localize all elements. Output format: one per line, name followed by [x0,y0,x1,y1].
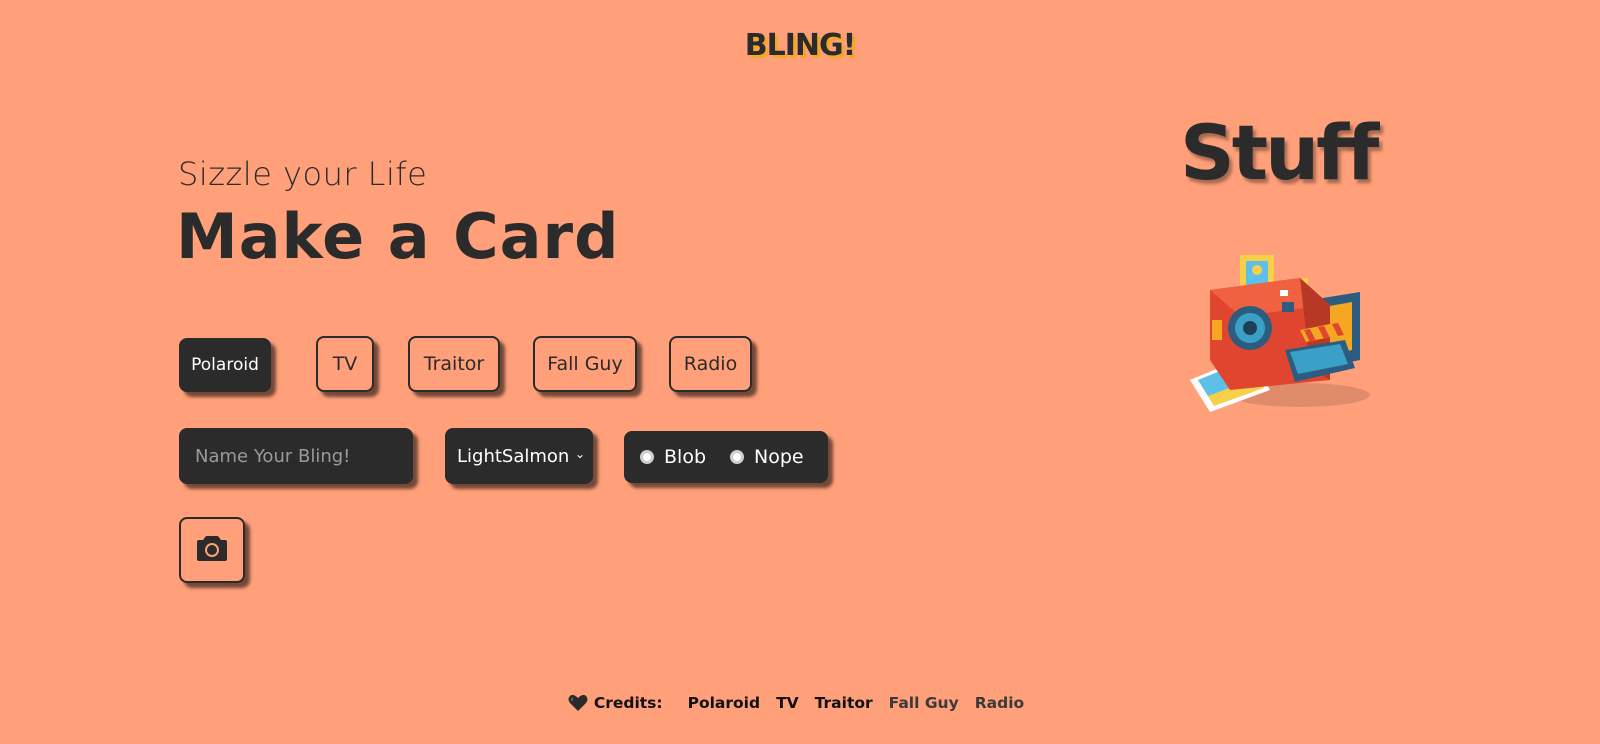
credit-link-fall-guy[interactable]: Fall Guy [889,694,959,712]
logo: BLING! [744,28,857,63]
credit-link-radio[interactable]: Radio [975,694,1024,712]
radio-button-icon[interactable] [640,450,654,464]
shape-radio-group: Blob Nope [624,431,828,483]
color-select[interactable]: LightSalmon ⌄ [445,428,593,484]
radio-label: Nope [754,446,804,468]
credit-link-tv[interactable]: TV [776,694,799,712]
polaroid-camera-illustration [1190,250,1380,415]
color-select-value: LightSalmon [457,445,570,467]
name-input[interactable] [179,428,413,484]
radio-button-icon[interactable] [730,450,744,464]
preset-button-polaroid[interactable]: Polaroid [179,338,271,392]
radio-option-blob[interactable]: Blob [640,431,706,483]
preset-button-traitor[interactable]: Traitor [408,336,500,392]
preset-button-fall-guy[interactable]: Fall Guy [533,336,637,392]
heart-icon [568,694,588,712]
hero-subtitle: Sizzle your Life [178,155,428,193]
hero-title: Make a Card [176,200,620,273]
credit-link-polaroid[interactable]: Polaroid [688,694,760,712]
radio-option-nope[interactable]: Nope [730,431,804,483]
credits-bar: Credits: Polaroid TV Traitor Fall Guy Ra… [0,694,1600,712]
preset-button-radio[interactable]: Radio [669,336,752,392]
preset-button-tv[interactable]: TV [316,336,374,392]
camera-icon [196,534,228,567]
credits-label: Credits: [593,694,663,712]
radio-label: Blob [664,446,706,468]
credit-link-traitor[interactable]: Traitor [815,694,873,712]
chevron-down-icon: ⌄ [574,447,585,461]
preview-title: Stuff [1180,108,1379,197]
capture-button[interactable] [179,517,245,583]
